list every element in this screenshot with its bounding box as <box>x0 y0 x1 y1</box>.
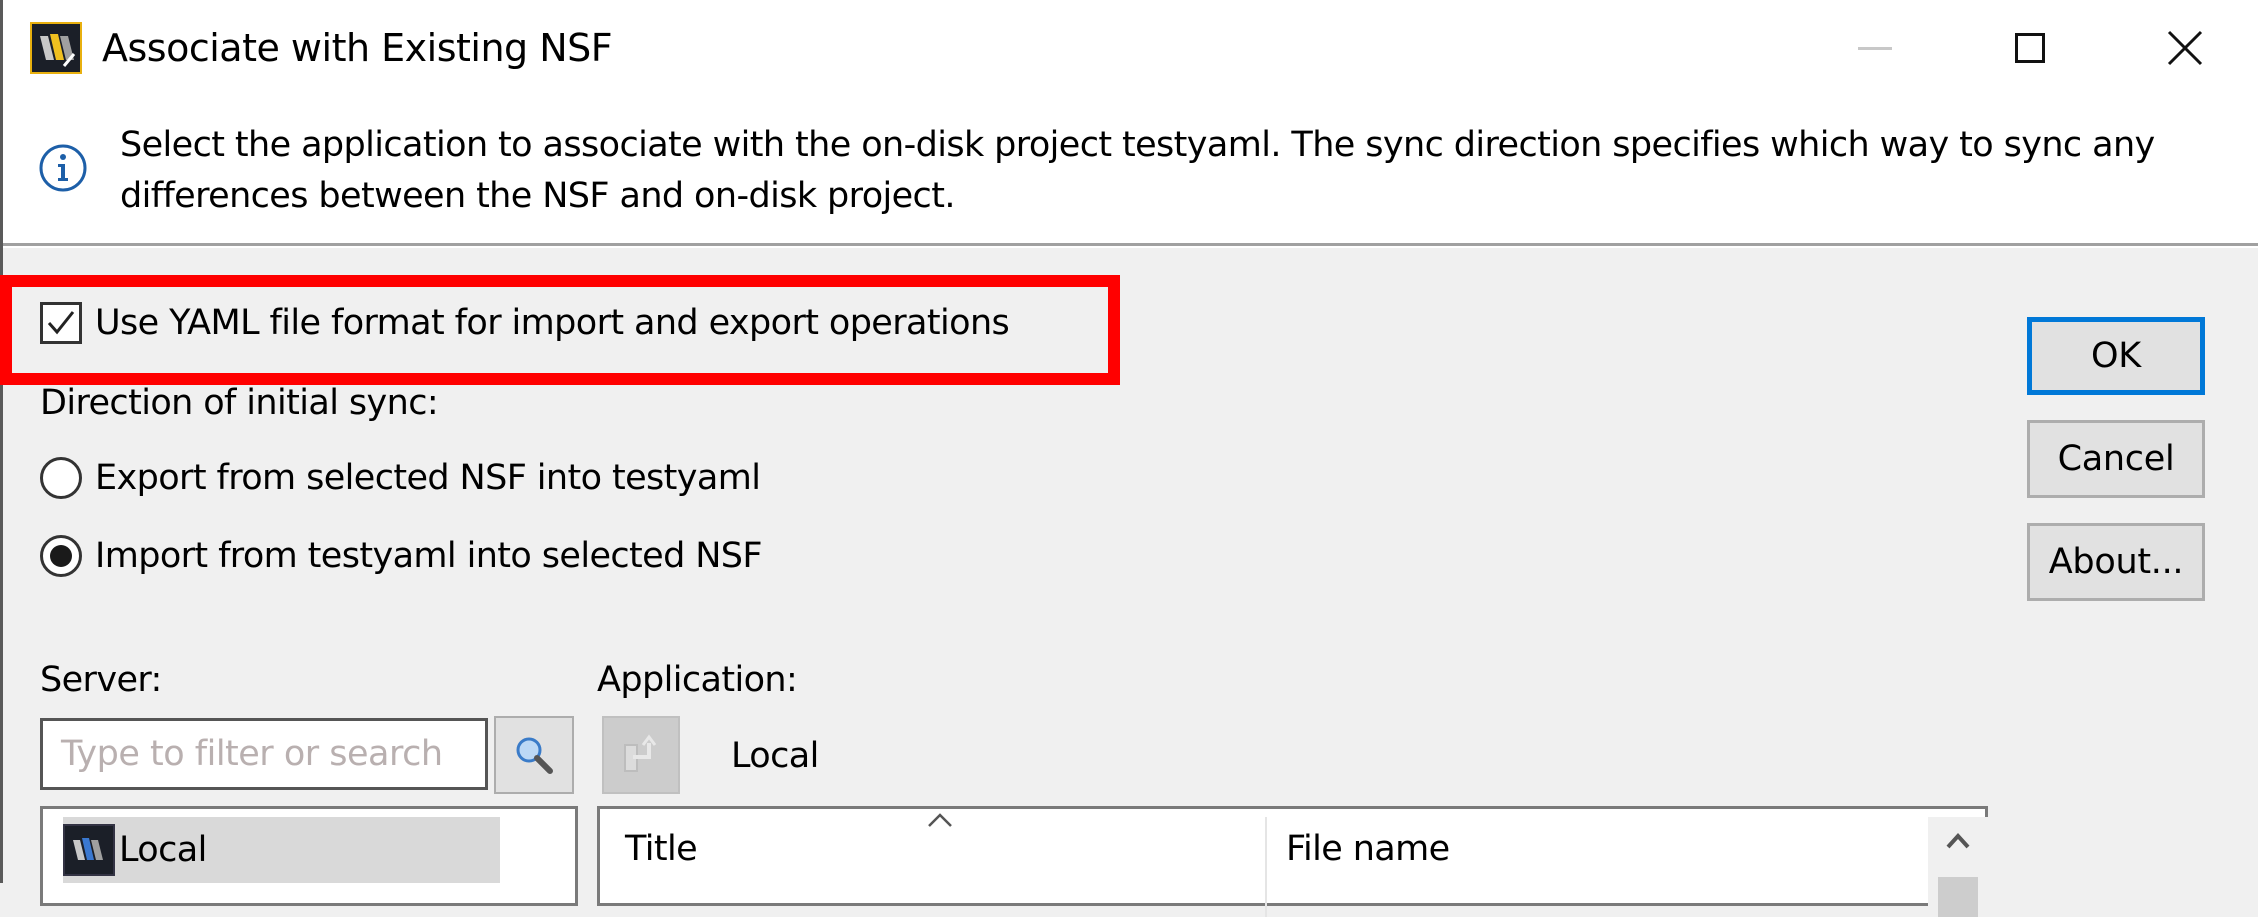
column-header-title[interactable]: Title <box>625 827 698 871</box>
scroll-up-icon[interactable] <box>1944 831 1972 851</box>
current-location: Local <box>731 736 819 776</box>
header-message: Select the application to associate with… <box>120 125 2155 216</box>
about-button[interactable]: About... <box>2027 523 2205 601</box>
import-radio-label[interactable]: Import from testyaml into selected NSF <box>95 534 763 578</box>
column-header-file-name[interactable]: File name <box>1286 827 1450 871</box>
window-title: Associate with Existing NSF <box>102 26 613 70</box>
search-placeholder: Type to filter or search <box>61 734 443 774</box>
server-label: Server: <box>40 660 162 700</box>
search-button[interactable] <box>494 716 574 794</box>
export-radio-label[interactable]: Export from selected NSF into testyaml <box>95 456 761 500</box>
server-icon <box>63 824 115 876</box>
header-separator-highlight <box>3 246 2258 248</box>
search-icon <box>516 737 553 774</box>
server-search-input[interactable]: Type to filter or search <box>40 718 488 790</box>
column-divider[interactable] <box>1265 817 1267 917</box>
radio-selected-dot <box>50 545 72 567</box>
sort-ascending-icon <box>928 813 952 827</box>
yaml-format-checkbox[interactable] <box>40 302 82 344</box>
server-item-local[interactable]: Local <box>63 817 500 883</box>
export-radio[interactable] <box>40 457 82 499</box>
close-icon <box>2167 30 2203 66</box>
ok-button[interactable]: OK <box>2027 317 2205 395</box>
maximize-button[interactable] <box>1990 20 2070 76</box>
import-radio[interactable] <box>40 535 82 577</box>
yaml-format-label[interactable]: Use YAML file format for import and expo… <box>95 301 1010 345</box>
app-logo-icon <box>30 22 82 74</box>
direction-label: Direction of initial sync: <box>40 383 439 423</box>
application-label: Application: <box>597 660 798 700</box>
cancel-button[interactable]: Cancel <box>2027 420 2205 498</box>
minimize-icon <box>1858 46 1892 50</box>
folder-up-icon <box>624 734 657 772</box>
minimize-button[interactable] <box>1835 20 1915 76</box>
go-up-folder-button[interactable] <box>602 716 680 794</box>
server-item-label: Local <box>119 830 207 870</box>
checkmark-icon <box>47 311 75 335</box>
server-list[interactable]: Local <box>40 806 578 906</box>
info-icon <box>37 142 89 194</box>
vertical-scrollbar[interactable] <box>1928 817 1988 917</box>
scrollbar-thumb[interactable] <box>1938 877 1978 917</box>
application-table[interactable]: Title File name <box>597 806 1988 917</box>
close-button[interactable] <box>2145 20 2225 76</box>
maximize-icon <box>2015 33 2045 63</box>
